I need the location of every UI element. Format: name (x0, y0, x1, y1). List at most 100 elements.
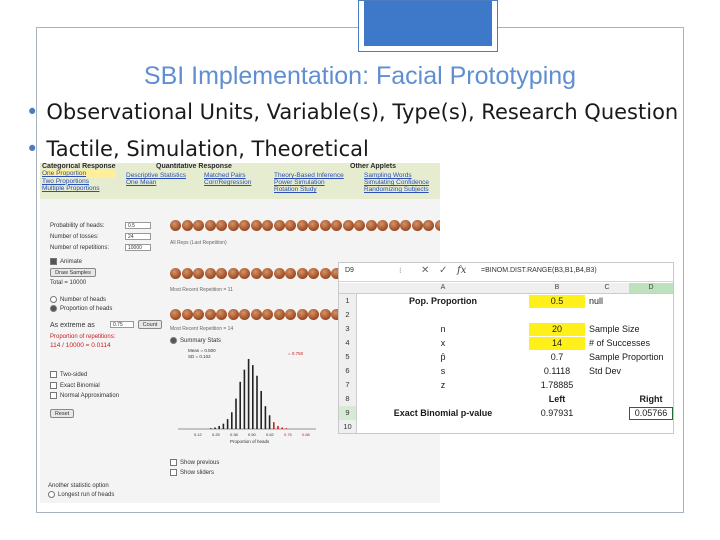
hist-bar (210, 428, 212, 429)
cell-b3[interactable]: 20 (529, 323, 585, 336)
cell-d8[interactable]: Right (629, 393, 673, 406)
hist-bar (243, 369, 246, 429)
cancel-icon[interactable]: ✕ (421, 265, 429, 276)
cell-c1[interactable]: null (585, 295, 673, 308)
cell-a6[interactable]: s (357, 365, 529, 378)
radio-proportion-heads[interactable]: Proportion of heads (50, 305, 112, 312)
show-sliders-label: Show sliders (180, 470, 215, 477)
row-header[interactable]: 9 (339, 406, 357, 420)
option-label: Two-sided (60, 372, 88, 379)
coin-icon (423, 220, 434, 231)
coin-icon (216, 220, 227, 231)
row-header[interactable]: 1 (339, 294, 357, 308)
menu-link[interactable]: One Mean (126, 179, 156, 187)
as-extreme-label: As extreme as (50, 322, 95, 329)
cell-b7[interactable]: 1.78885 (529, 379, 585, 392)
cell-a7[interactable]: z (357, 379, 529, 392)
coin-icon (308, 309, 319, 320)
menu-link[interactable]: Randomizing Subjects (364, 186, 429, 194)
coin-icon (227, 220, 239, 231)
cell-a9[interactable]: Exact Binomial p-value (357, 407, 529, 420)
cell-a1[interactable]: Pop. Proportion (357, 295, 529, 308)
coin-icon (273, 220, 285, 231)
row-header[interactable]: 10 (339, 420, 357, 433)
hist-tick-label: 0.38 (230, 432, 239, 437)
bullet-dot-icon: • (26, 137, 39, 161)
coin-icon (331, 220, 342, 231)
prob-heads-label: Probability of heads: (50, 223, 105, 229)
cell-c6[interactable]: Std Dev (585, 365, 673, 378)
prob-heads-input[interactable]: 0.5 (125, 222, 151, 229)
bullet-1-text: Observational Units, Variable(s), Type(s… (46, 100, 679, 124)
cell-b6[interactable]: 0.1118 (529, 365, 585, 378)
coin-icon (342, 220, 354, 231)
menu-link[interactable]: Multiple Proportions (42, 185, 116, 193)
option-label: Exact Binomial (60, 383, 100, 390)
column-header-c[interactable]: C (585, 283, 629, 294)
row-header[interactable]: 7 (339, 378, 357, 392)
show-sliders-checkbox[interactable]: Show sliders (170, 469, 214, 476)
option-two-sided[interactable]: Two-sided (50, 371, 87, 378)
menu-link[interactable]: Two Proportions (42, 178, 116, 186)
cell-a4[interactable]: x (357, 337, 529, 350)
coin-icon (296, 268, 308, 279)
cell-b8[interactable]: Left (529, 393, 585, 406)
cell-a3[interactable]: n (357, 323, 529, 336)
tosses-input[interactable]: 24 (125, 233, 151, 240)
name-box[interactable]: D9 (345, 267, 354, 274)
cell-b9[interactable]: 0.97931 (529, 407, 585, 420)
coin-icon (285, 220, 296, 231)
caption-all-reps: All Reps (Last Repetition) (170, 240, 227, 246)
function-icon[interactable]: fx (457, 265, 466, 276)
cell-a5[interactable]: p̂ (357, 351, 529, 364)
spreadsheet-screenshot: D9 ⁝ ✕ ✓ fx =BINOM.DIST.RANGE(B3,B1,B4,B… (338, 262, 674, 434)
menu-header: Categorical Response (42, 163, 116, 170)
reps-input[interactable]: 10000 (125, 244, 151, 251)
corner-decoration (358, 0, 498, 52)
cell-c3[interactable]: Sample Size (585, 323, 673, 336)
coin-icon (388, 220, 400, 231)
row-header[interactable]: 6 (339, 364, 357, 378)
cell-d9[interactable]: 0.05766 (629, 407, 673, 420)
option-label: Normal Approximation (60, 393, 120, 400)
cell-b5[interactable]: 0.7 (529, 351, 585, 364)
cell-c4[interactable]: # of Successes (585, 337, 673, 350)
column-header-b[interactable]: B (529, 283, 585, 294)
show-previous-checkbox[interactable]: Show previous (170, 459, 219, 466)
animate-checkbox[interactable]: Animate (50, 258, 82, 265)
hist-bar (214, 427, 216, 429)
applet-menu: Categorical Response One Proportion Two … (40, 163, 440, 199)
option-normal-approx[interactable]: Normal Approximation (50, 392, 119, 399)
count-button[interactable]: Count (138, 320, 162, 329)
tosses-label: Number of tosses: (50, 234, 99, 240)
total-label: Total = 10000 (50, 280, 87, 286)
row-header[interactable]: 3 (339, 322, 357, 336)
menu-dots-icon: ⁝ (399, 266, 402, 275)
bullet-dot-icon: • (26, 100, 39, 124)
cell-b1[interactable]: 0.5 (529, 295, 585, 308)
option-exact-binomial[interactable]: Exact Binomial (50, 382, 100, 389)
column-header-a[interactable]: A (357, 283, 529, 294)
column-header-d[interactable]: D (629, 283, 673, 294)
menu-link[interactable]: Rotation Study (274, 186, 317, 194)
longest-run-radio[interactable]: Longest run of heads (48, 491, 114, 498)
coin-icon (170, 268, 181, 279)
confirm-icon[interactable]: ✓ (439, 265, 447, 276)
row-header[interactable]: 5 (339, 350, 357, 364)
radio-number-heads[interactable]: Number of heads (50, 296, 106, 303)
reset-button[interactable]: Reset (50, 409, 74, 418)
longest-run-label: Longest run of heads (58, 492, 115, 499)
menu-link[interactable]: Corr/Regression (204, 179, 251, 187)
coin-icon (227, 268, 239, 279)
caption-most-recent: Most Recent Repetition = 11 (170, 287, 233, 293)
hist-bar (273, 422, 275, 429)
formula-text[interactable]: =BINOM.DIST.RANGE(B3,B1,B4,B3) (481, 267, 597, 274)
row-header[interactable]: 2 (339, 308, 357, 322)
row-header[interactable]: 4 (339, 336, 357, 350)
cell-c5[interactable]: Sample Proportion (585, 351, 673, 364)
draw-samples-button[interactable]: Draw Samples (50, 268, 96, 277)
menu-link[interactable]: One Proportion (42, 170, 116, 178)
row-header[interactable]: 8 (339, 392, 357, 406)
as-extreme-input[interactable]: 0.75 (110, 321, 134, 328)
cell-b4[interactable]: 14 (529, 337, 585, 350)
